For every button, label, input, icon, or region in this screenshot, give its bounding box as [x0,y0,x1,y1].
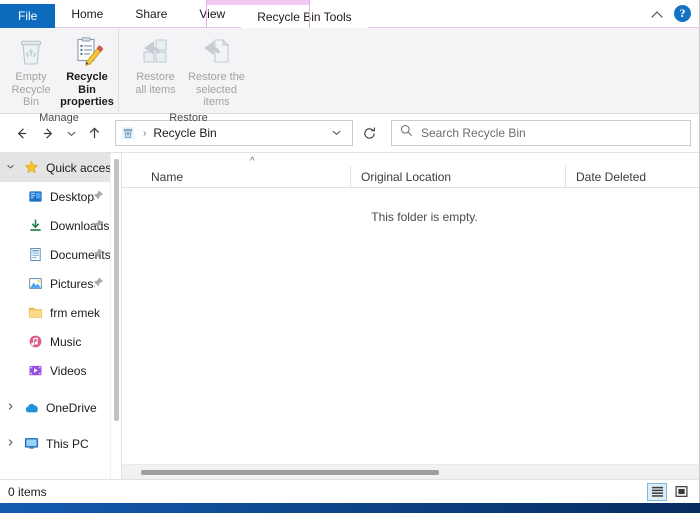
recycle-bin-properties-button[interactable]: Recycle Bin properties [59,32,115,109]
item-count-label: 0 items [8,484,47,499]
tab-home[interactable]: Home [55,0,119,28]
music-icon [27,333,44,350]
pin-icon[interactable] [93,277,104,291]
view-mode-buttons [647,482,691,501]
ribbon-controls: ? [651,0,699,27]
sidebar-item-frm-emek[interactable]: frm emek [0,298,110,327]
search-box[interactable]: Search Recycle Bin [391,120,691,146]
file-list-horizontal-scrollbar[interactable] [122,464,699,479]
empty-folder-message: This folder is empty. [371,210,478,224]
empty-recycle-bin-button[interactable]: Empty Recycle Bin [3,32,59,109]
videos-icon [27,362,44,379]
restore-all-items-button[interactable]: Restore all items [128,32,184,96]
folder-icon [27,304,44,321]
sidebar-item-quick-access[interactable]: Quick access [0,153,117,182]
breadcrumb-separator: › [143,127,147,139]
restore-selected-icon [201,35,233,67]
documents-icon [27,246,44,263]
sidebar-item-label: Desktop [50,189,95,204]
sidebar-item-this-pc[interactable]: This PC [0,429,110,458]
large-icons-view-button[interactable] [671,483,691,501]
scrollbar-thumb[interactable] [141,469,439,475]
file-explorer-window: File Home Share View Recycle Bin Tools ? [0,0,700,503]
scrollbar-thumb[interactable] [114,159,119,421]
chevron-right-icon[interactable] [4,438,17,449]
chevron-down-icon[interactable] [4,162,17,173]
details-view-button[interactable] [647,482,667,501]
sidebar-item-desktop[interactable]: Desktop [0,182,110,211]
properties-icon [71,35,103,67]
pin-icon[interactable] [93,190,104,204]
sidebar-item-videos[interactable]: Videos [0,356,110,385]
chevron-up-icon[interactable] [651,7,665,21]
status-bar: 0 items [0,479,699,503]
contextual-tab-band [206,0,310,5]
chevron-right-icon[interactable] [4,402,17,413]
ribbon-group-restore: Restore all items Restore the selected i… [118,28,258,124]
sidebar-item-label: Pictures [50,276,94,291]
column-header-name[interactable]: Name [122,166,350,188]
recycle-bin-properties-label: Recycle Bin properties [60,71,114,108]
restore-all-icon [140,35,172,67]
ribbon-empty-area [258,28,699,113]
ribbon-group-manage: Empty Recycle Bin Recycle Bin properties… [0,28,118,124]
breadcrumb-recycle-bin[interactable]: Recycle Bin [153,126,327,140]
ribbon-group-restore-label: Restore [169,111,208,124]
downloads-icon [27,217,44,234]
explorer-body: Quick access Desktop Downloads Documents… [0,152,699,479]
navigation-pane-scrollbar[interactable] [110,153,121,479]
restore-all-items-label: Restore all items [135,71,176,96]
empty-recycle-bin-label: Empty Recycle Bin [11,71,51,108]
ribbon-group-manage-label: Manage [39,111,79,124]
recycle-bin-icon [120,125,136,141]
recycle-bin-icon [15,35,47,67]
sidebar-item-label: Videos [50,363,87,378]
sidebar-item-label: Quick access [46,160,118,175]
ribbon: Empty Recycle Bin Recycle Bin properties… [0,28,699,124]
desktop-icon [27,188,44,205]
tab-recycle-bin-tools[interactable]: Recycle Bin Tools [241,5,368,28]
pin-icon[interactable] [93,248,104,262]
navigation-pane: Quick access Desktop Downloads Documents… [0,153,122,479]
search-input[interactable]: Search Recycle Bin [421,126,526,140]
restore-selected-items-label: Restore the selected items [188,71,245,108]
cloud-icon [23,399,40,416]
star-icon [23,159,40,176]
sidebar-item-pictures[interactable]: Pictures [0,269,110,298]
sidebar-item-label: frm emek [50,305,101,320]
pictures-icon [27,275,44,292]
monitor-icon [23,435,40,452]
sidebar-item-label: This PC [46,436,89,451]
tab-file[interactable]: File [0,4,56,28]
navigation-pane-list: Quick access Desktop Downloads Documents… [0,153,117,479]
sidebar-item-onedrive[interactable]: OneDrive [0,393,110,422]
pin-icon[interactable] [93,219,104,233]
sidebar-item-label: Music [50,334,82,349]
column-header-date-deleted[interactable]: Date Deleted [565,165,699,188]
sidebar-item-downloads[interactable]: Downloads [0,211,110,240]
ribbon-tab-strip: File Home Share View Recycle Bin Tools ? [0,0,699,28]
sort-indicator-row: ^ [122,153,699,167]
sidebar-item-music[interactable]: Music [0,327,110,356]
help-icon[interactable]: ? [674,5,691,22]
column-headers: Name Original Location Date Deleted [122,165,699,188]
refresh-button[interactable] [356,120,382,146]
restore-selected-items-button[interactable]: Restore the selected items [184,32,250,109]
sort-ascending-icon[interactable]: ^ [250,157,255,167]
search-icon [400,124,413,142]
tab-share[interactable]: Share [119,0,183,28]
chevron-down-icon[interactable] [331,127,348,140]
file-list[interactable]: This folder is empty. [122,188,699,464]
sidebar-item-documents[interactable]: Documents [0,240,111,269]
file-list-pane: ^ Name Original Location Date Deleted Th… [122,153,699,479]
sidebar-item-label: OneDrive [46,400,97,415]
column-header-original-location[interactable]: Original Location [350,165,565,188]
